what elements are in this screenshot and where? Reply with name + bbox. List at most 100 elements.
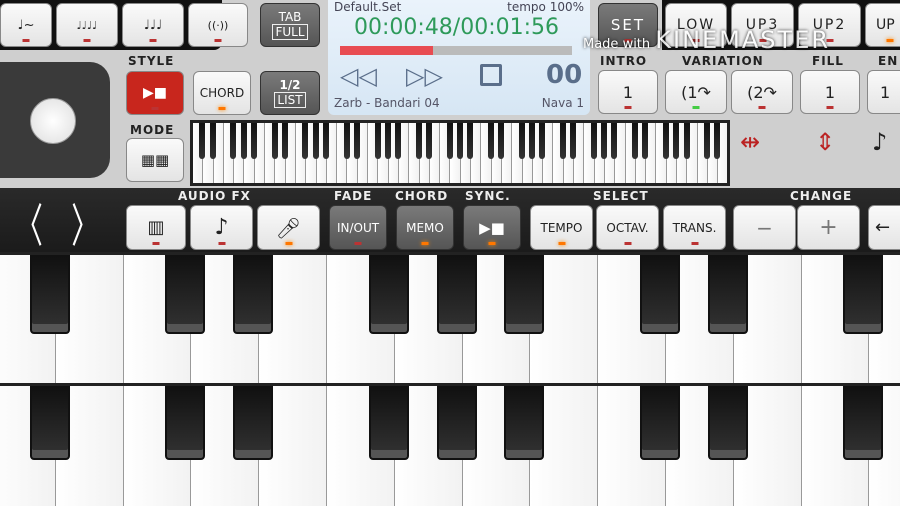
black-key[interactable] (29, 255, 70, 335)
articulation-button-3[interactable]: ♩♩♩ (122, 3, 184, 47)
black-key[interactable] (29, 386, 70, 461)
fade-label: FADE (334, 189, 373, 203)
black-key[interactable] (233, 255, 274, 335)
mini-keyboard-range[interactable] (190, 120, 730, 186)
white-key[interactable] (729, 123, 730, 183)
black-key[interactable] (395, 123, 402, 159)
pause-icon[interactable]: 00 (546, 60, 582, 90)
black-key[interactable] (662, 123, 669, 159)
black-key[interactable] (436, 255, 477, 335)
black-key[interactable] (518, 123, 525, 159)
keyboard-upper[interactable] (0, 252, 900, 383)
split-width-icon[interactable]: ⇹ (740, 128, 760, 156)
black-key[interactable] (704, 123, 711, 159)
black-key[interactable] (707, 386, 748, 461)
ending-button[interactable]: 1 (867, 70, 900, 114)
black-key[interactable] (323, 123, 329, 159)
black-key[interactable] (209, 123, 216, 159)
chord-memo-button[interactable]: MEMO (396, 205, 454, 250)
black-key[interactable] (250, 123, 257, 159)
intro-button[interactable]: 1 (598, 70, 658, 114)
black-key[interactable] (673, 123, 680, 159)
black-key[interactable] (165, 386, 206, 461)
chord-button[interactable]: CHORD (193, 71, 251, 115)
increase-button[interactable]: + (797, 205, 860, 250)
black-key[interactable] (368, 255, 409, 335)
black-key[interactable] (240, 123, 247, 159)
black-key[interactable] (611, 123, 618, 159)
black-key[interactable] (714, 123, 721, 159)
articulation-button-4[interactable]: ((·)) (188, 3, 248, 47)
black-key[interactable] (353, 123, 360, 159)
black-key[interactable] (199, 123, 206, 159)
black-key[interactable] (707, 255, 748, 335)
mic-fx-button[interactable]: 🎤︎ (257, 205, 320, 250)
black-key[interactable] (302, 123, 309, 159)
black-key[interactable] (343, 123, 350, 159)
progress-bar[interactable] (340, 46, 572, 55)
next-arrow-icon[interactable]: 〉 (71, 190, 99, 256)
back-button[interactable]: ← (868, 205, 900, 250)
split-height-icon[interactable]: ⇕ (815, 128, 835, 156)
black-key[interactable] (632, 123, 638, 159)
mode-button[interactable]: ▦▦ (126, 138, 184, 182)
sync-start-button[interactable]: ▶■ (463, 205, 521, 250)
style-play-button[interactable]: ▶■ (126, 71, 184, 115)
keyboard-lower[interactable] (0, 383, 900, 506)
note-fx-button[interactable]: ♪ (190, 205, 253, 250)
black-key[interactable] (487, 123, 494, 159)
part-up1-button[interactable]: UP (865, 3, 900, 47)
black-key[interactable] (230, 123, 237, 159)
black-key[interactable] (456, 123, 463, 159)
black-key[interactable] (570, 123, 577, 159)
black-key[interactable] (498, 123, 505, 159)
fade-in-out-button[interactable]: IN/OUT (329, 205, 387, 250)
black-key[interactable] (590, 123, 597, 159)
prev-arrow-icon[interactable]: 〈 (15, 190, 43, 256)
black-key[interactable] (601, 123, 608, 159)
list-button[interactable]: 1/2 LIST (260, 71, 320, 115)
black-key[interactable] (271, 123, 278, 159)
black-key[interactable] (642, 123, 649, 159)
piano-fx-button[interactable]: ▥ (126, 205, 186, 250)
black-key[interactable] (843, 255, 884, 335)
articulation-button-1[interactable]: ♩~ (0, 3, 52, 47)
fill-button[interactable]: 1 (800, 70, 860, 114)
black-key[interactable] (233, 386, 274, 461)
black-key[interactable] (504, 386, 545, 461)
music-note-icon: ♪ (214, 215, 229, 240)
fast-forward-icon[interactable]: ▷▷ (406, 62, 443, 90)
rewind-icon[interactable]: ◁◁ (340, 62, 377, 90)
black-key[interactable] (281, 123, 288, 159)
black-key[interactable] (559, 123, 566, 159)
black-key[interactable] (165, 255, 206, 335)
black-key[interactable] (683, 123, 690, 159)
black-key[interactable] (467, 123, 474, 159)
black-key[interactable] (384, 123, 391, 159)
black-key[interactable] (436, 386, 477, 461)
tempo-select-button[interactable]: TEMPO (530, 205, 593, 250)
black-key[interactable] (504, 255, 545, 335)
black-key[interactable] (529, 123, 535, 159)
stop-icon[interactable] (480, 64, 502, 86)
decrease-button[interactable]: − (733, 205, 796, 250)
black-key[interactable] (640, 386, 680, 461)
sync-label: SYNC. (465, 189, 511, 203)
transpose-select-button[interactable]: TRANS. (663, 205, 726, 250)
black-key[interactable] (374, 123, 381, 159)
black-key[interactable] (368, 386, 409, 461)
black-key[interactable] (312, 123, 319, 159)
black-key[interactable] (415, 123, 422, 159)
black-key[interactable] (843, 386, 884, 461)
variation-2-button[interactable]: (2↷ (731, 70, 793, 114)
joystick-knob[interactable] (30, 98, 76, 144)
black-key[interactable] (640, 255, 680, 335)
octave-select-button[interactable]: OCTAV. (596, 205, 659, 250)
black-key[interactable] (446, 123, 453, 159)
articulation-button-2[interactable]: ♩♩♩♩ (56, 3, 118, 47)
tab-full-button[interactable]: TAB FULL (260, 3, 320, 47)
black-key[interactable] (426, 123, 432, 159)
sustain-pedal-icon[interactable]: ♪ (872, 128, 887, 156)
black-key[interactable] (539, 123, 546, 159)
variation-1-button[interactable]: (1↷ (665, 70, 727, 114)
